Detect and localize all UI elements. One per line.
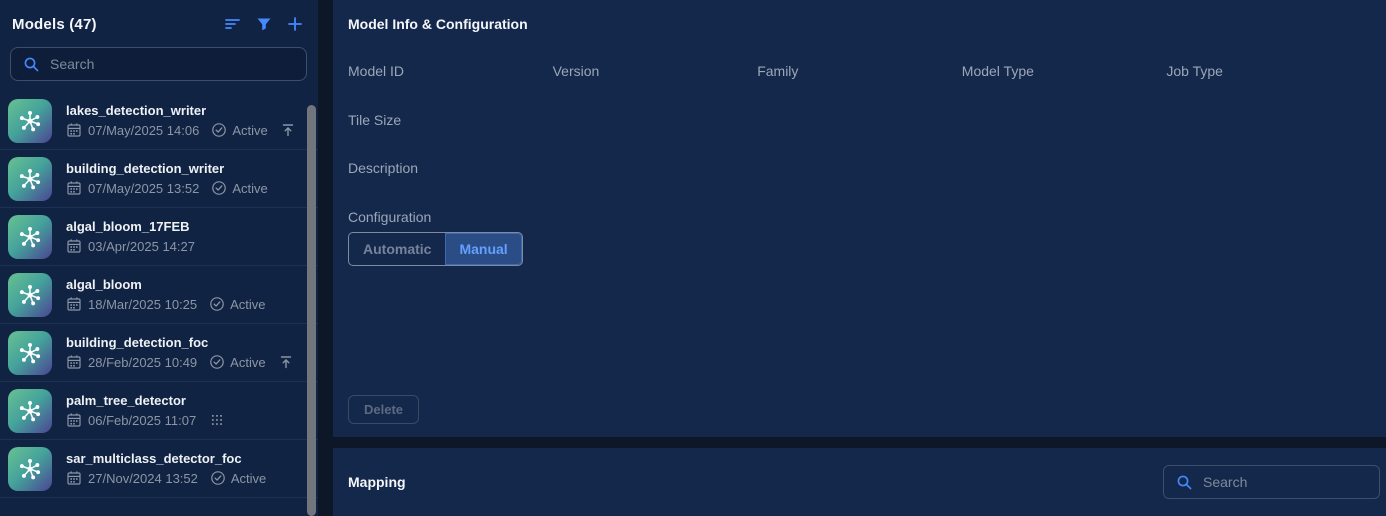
check-circle-icon (211, 122, 227, 138)
model-list-item[interactable]: building_detection_foc 28/Feb/2025 10:49… (0, 324, 318, 382)
active-label: Active (232, 123, 267, 138)
config-option-automatic[interactable]: Automatic (349, 233, 445, 265)
model-meta: 07/May/2025 14:06 Active (66, 122, 296, 138)
model-gradient-icon (8, 215, 52, 259)
model-id-label: Model ID (348, 63, 553, 79)
model-gradient-icon (8, 447, 52, 491)
search-icon (23, 56, 40, 73)
sidebar-title: Models (47) (12, 16, 97, 33)
model-info: algal_bloom 18/Mar/2025 10:25 Active (66, 277, 266, 312)
search-icon (1176, 474, 1193, 491)
config-option-manual[interactable]: Manual (445, 233, 521, 265)
active-label: Active (231, 471, 266, 486)
model-status: Active (209, 296, 265, 312)
model-meta: 27/Nov/2024 13:52 Active (66, 470, 266, 486)
model-list-item[interactable]: algal_bloom_17FEB 03/Apr/2025 14:27 Acti… (0, 208, 318, 266)
model-date: 07/May/2025 14:06 (88, 123, 199, 138)
model-date: 18/Mar/2025 10:25 (88, 297, 197, 312)
check-circle-icon (209, 354, 225, 370)
calendar-icon (66, 180, 82, 196)
calendar-icon (66, 412, 82, 428)
model-info: building_detection_writer 07/May/2025 13… (66, 161, 268, 196)
model-info: sar_multiclass_detector_foc 27/Nov/2024 … (66, 451, 266, 486)
model-meta: 18/Mar/2025 10:25 Active (66, 296, 266, 312)
mapping-search-box (1163, 465, 1380, 499)
calendar-icon (66, 354, 82, 370)
model-date: 06/Feb/2025 11:07 (88, 413, 196, 428)
model-status: Active (211, 180, 267, 196)
model-list-item[interactable]: algal_bloom 18/Mar/2025 10:25 Active (0, 266, 318, 324)
model-date: 28/Feb/2025 10:49 (88, 355, 197, 370)
active-label: Active (230, 355, 265, 370)
model-gradient-icon (8, 157, 52, 201)
model-info: algal_bloom_17FEB 03/Apr/2025 14:27 Acti… (66, 219, 197, 254)
sidebar-header-icons (224, 15, 304, 33)
check-circle-icon (209, 296, 225, 312)
delete-button[interactable]: Delete (348, 395, 419, 424)
active-label: Active (232, 181, 267, 196)
model-gradient-icon (8, 273, 52, 317)
model-date: 27/Nov/2024 13:52 (88, 471, 198, 486)
model-name: algal_bloom_17FEB (66, 219, 197, 234)
sidebar-header: Models (47) (0, 0, 318, 34)
version-label: Version (553, 63, 758, 79)
model-list-item[interactable]: sar_multiclass_detector_foc 27/Nov/2024 … (0, 440, 318, 498)
model-name: palm_tree_detector (66, 393, 224, 408)
model-date: 07/May/2025 13:52 (88, 181, 199, 196)
model-meta: 03/Apr/2025 14:27 Active (66, 238, 197, 254)
model-name: sar_multiclass_detector_foc (66, 451, 266, 466)
model-gradient-icon (8, 331, 52, 375)
field-labels-row: Model ID Version Family Model Type Job T… (348, 63, 1371, 79)
family-label: Family (757, 63, 962, 79)
mapping-title: Mapping (348, 474, 406, 490)
calendar-icon (66, 122, 82, 138)
panel-title: Model Info & Configuration (348, 16, 1371, 32)
model-info-panel: Model Info & Configuration Model ID Vers… (333, 0, 1386, 437)
model-meta: 07/May/2025 13:52 Active (66, 180, 268, 196)
sort-icon[interactable] (224, 15, 242, 33)
upload-icon[interactable] (278, 354, 294, 370)
models-search-box (10, 47, 307, 81)
model-status: Active (209, 354, 265, 370)
model-list-item[interactable]: palm_tree_detector 06/Feb/2025 11:07 Act… (0, 382, 318, 440)
calendar-icon (66, 470, 82, 486)
calendar-icon (66, 238, 82, 254)
model-status: Active (211, 122, 267, 138)
model-meta: 06/Feb/2025 11:07 Active (66, 412, 224, 428)
model-list: lakes_detection_writer 07/May/2025 14:06… (0, 92, 318, 498)
calendar-icon (66, 296, 82, 312)
sidebar-scrollbar-thumb[interactable] (307, 105, 316, 516)
check-circle-icon (211, 180, 227, 196)
description-label: Description (348, 160, 1371, 176)
model-info: lakes_detection_writer 07/May/2025 14:06… (66, 103, 296, 138)
model-meta: 28/Feb/2025 10:49 Active (66, 354, 294, 370)
model-status: Active (210, 470, 266, 486)
tile-size-label: Tile Size (348, 112, 1371, 128)
model-name: lakes_detection_writer (66, 103, 296, 118)
add-icon[interactable] (286, 15, 304, 33)
model-type-label: Model Type (962, 63, 1167, 79)
filter-icon[interactable] (255, 15, 273, 33)
mapping-search-input[interactable] (1203, 474, 1367, 490)
upload-icon[interactable] (280, 122, 296, 138)
model-name: building_detection_foc (66, 335, 294, 350)
model-list-item[interactable]: lakes_detection_writer 07/May/2025 14:06… (0, 92, 318, 150)
model-date: 03/Apr/2025 14:27 (88, 239, 195, 254)
model-info: building_detection_foc 28/Feb/2025 10:49… (66, 335, 294, 370)
models-search-input[interactable] (50, 56, 294, 72)
grid-dots-icon (210, 413, 224, 427)
check-circle-icon (210, 470, 226, 486)
job-type-label: Job Type (1166, 63, 1371, 79)
configuration-label: Configuration (348, 209, 1371, 225)
configuration-toggle: Automatic Manual (348, 232, 523, 266)
model-name: algal_bloom (66, 277, 266, 292)
models-sidebar: Models (47) (0, 0, 318, 516)
model-gradient-icon (8, 389, 52, 433)
mapping-panel: Mapping (333, 448, 1386, 516)
model-name: building_detection_writer (66, 161, 268, 176)
active-label: Active (230, 297, 265, 312)
model-info: palm_tree_detector 06/Feb/2025 11:07 Act… (66, 393, 224, 428)
model-gradient-icon (8, 99, 52, 143)
model-list-item[interactable]: building_detection_writer 07/May/2025 13… (0, 150, 318, 208)
